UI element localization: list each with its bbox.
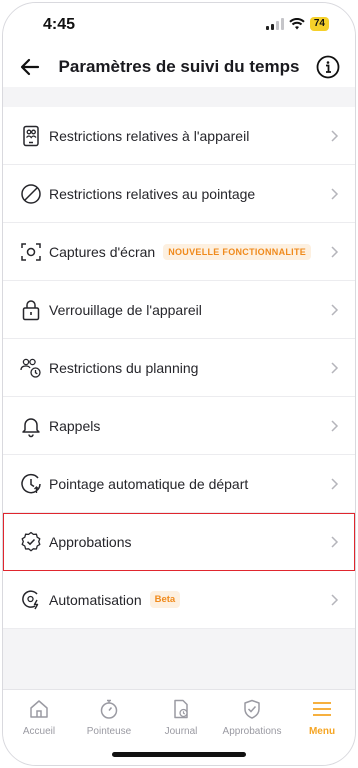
chevron-right-icon: [331, 362, 339, 374]
info-icon[interactable]: [315, 54, 341, 80]
chevron-right-icon: [331, 536, 339, 548]
beta-badge: Beta: [149, 591, 181, 608]
settings-item-label-group: Captures d'écran NOUVELLE FONCTIONNALITE: [49, 243, 312, 260]
tab-approvals[interactable]: Approbations: [216, 698, 288, 737]
tab-label: Pointeuse: [86, 726, 132, 737]
settings-item-label: Restrictions relatives à l'appareil: [49, 127, 250, 144]
home-icon: [30, 700, 48, 718]
status-time: 4:45: [43, 16, 76, 33]
settings-item-device-lock[interactable]: Verrouillage de l'appareil: [3, 281, 355, 339]
back-arrow-icon[interactable]: [17, 54, 43, 80]
signal-icon: [265, 18, 284, 30]
tab-label: Approbations: [222, 726, 282, 737]
stopwatch-icon: [100, 699, 118, 719]
home-indicator: [112, 752, 246, 757]
status-icons: 74: [265, 17, 329, 31]
people-clock-icon: [20, 358, 41, 378]
settings-item-device-restrictions[interactable]: Restrictions relatives à l'appareil: [3, 107, 355, 165]
screenshot-icon: [21, 243, 41, 261]
clock-auto-icon: [21, 473, 41, 494]
settings-item-label: Verrouillage de l'appareil: [49, 301, 202, 318]
chevron-right-icon: [331, 420, 339, 432]
status-bar: 4:45 74: [3, 3, 355, 47]
chevron-right-icon: [331, 188, 339, 200]
tab-menu[interactable]: Menu: [286, 698, 355, 737]
page-header: Paramètres de suivi du temps: [3, 47, 355, 87]
phone-frame: 4:45 74 Paramètres de suivi du temps Res…: [2, 2, 356, 766]
prohibited-icon: [21, 184, 41, 204]
settings-item-label: Restrictions du planning: [49, 359, 199, 376]
chevron-right-icon: [331, 304, 339, 316]
device-restrictions-icon: [23, 125, 39, 147]
tab-home[interactable]: Accueil: [3, 698, 75, 737]
chevron-right-icon: [331, 478, 339, 490]
settings-item-reminders[interactable]: Rappels: [3, 397, 355, 455]
chevron-right-icon: [331, 594, 339, 606]
settings-item-label: Automatisation: [49, 591, 142, 608]
settings-item-approvals[interactable]: Approbations: [3, 513, 355, 571]
automation-icon: [22, 590, 39, 610]
settings-item-automation[interactable]: Automatisation Beta: [3, 571, 355, 629]
settings-item-label: Approbations: [49, 533, 132, 550]
settings-item-screenshots[interactable]: Captures d'écran NOUVELLE FONCTIONNALITE: [3, 223, 355, 281]
journal-icon: [174, 699, 188, 719]
shield-check-icon: [244, 699, 260, 719]
tab-pointeuse[interactable]: Pointeuse: [73, 698, 145, 737]
settings-item-auto-clock-out[interactable]: Pointage automatique de départ: [3, 455, 355, 513]
bell-icon: [22, 418, 40, 438]
battery-indicator: 74: [309, 17, 329, 31]
settings-item-label: Pointage automatique de départ: [49, 475, 249, 492]
tab-journal[interactable]: Journal: [145, 698, 217, 737]
settings-list: Restrictions relatives à l'appareil Rest…: [3, 107, 355, 629]
badge-check-icon: [21, 531, 41, 552]
settings-item-label: Restrictions relatives au pointage: [49, 185, 256, 202]
chevron-right-icon: [331, 246, 339, 258]
settings-item-clock-restrictions[interactable]: Restrictions relatives au pointage: [3, 165, 355, 223]
page-title: Paramètres de suivi du temps: [58, 57, 300, 76]
chevron-right-icon: [331, 130, 339, 142]
bottom-tab-bar: Accueil Pointeuse Journal Approbations M…: [3, 689, 355, 765]
settings-item-label: Rappels: [49, 417, 101, 434]
tab-label: Menu: [308, 726, 336, 737]
menu-icon: [313, 702, 331, 716]
settings-item-label: Captures d'écran: [49, 243, 156, 260]
tab-label: Journal: [164, 726, 198, 737]
new-feature-badge: NOUVELLE FONCTIONNALITE: [163, 243, 312, 260]
wifi-icon: [289, 18, 305, 30]
tab-label: Accueil: [22, 726, 56, 737]
settings-item-schedule-restrictions[interactable]: Restrictions du planning: [3, 339, 355, 397]
lock-icon: [22, 300, 40, 321]
settings-item-label-group: Automatisation Beta: [49, 591, 181, 608]
